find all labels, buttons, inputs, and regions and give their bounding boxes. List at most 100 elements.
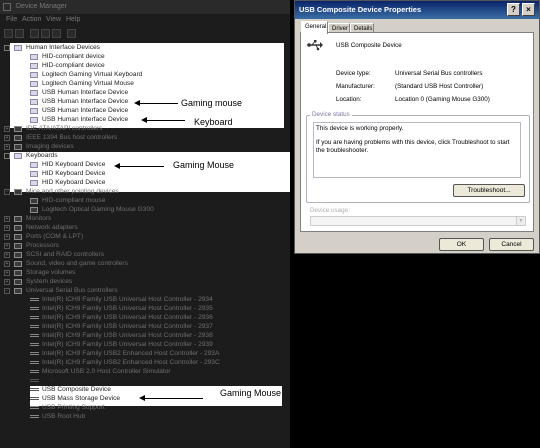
category-icon — [14, 143, 22, 150]
menu-bar: File Action View Help — [0, 14, 290, 26]
usb-icon — [30, 307, 39, 310]
tree-device[interactable]: HID-compliant device — [42, 52, 105, 61]
annotation-arrowhead — [139, 395, 145, 401]
collapse-icon[interactable]: - — [4, 188, 10, 195]
screenshot-root: Device Manager File Action View Help - Hu… — [0, 0, 540, 448]
device-icon — [30, 71, 38, 78]
close-button[interactable]: × — [522, 3, 535, 16]
tree-device[interactable]: Intel(R) ICH9 Family USB2 Enhanced Host … — [42, 349, 219, 358]
collapse-icon[interactable]: - — [4, 44, 10, 51]
tree-category[interactable]: IDE ATA/ATAPI controllers — [26, 124, 102, 133]
tree-category[interactable]: Universal Serial Bus controllers — [26, 286, 118, 295]
tree-device[interactable]: USB Root Hub — [42, 412, 85, 421]
tree-device[interactable]: Intel(R) ICH9 Family USB Universal Host … — [42, 322, 213, 331]
tree-category[interactable]: IEEE 1394 Bus host controllers — [26, 133, 117, 142]
expand-icon[interactable]: + — [4, 251, 10, 258]
tree-category[interactable]: Imaging devices — [26, 142, 74, 151]
category-icon — [14, 44, 22, 51]
tree-device[interactable]: Intel(R) ICH9 Family USB2 Enhanced Host … — [42, 358, 220, 367]
device-icon — [30, 107, 38, 114]
tree-device[interactable]: USB Composite Device — [42, 376, 111, 385]
usb-icon — [30, 352, 39, 355]
tree-device[interactable]: Intel(R) ICH9 Family USB Universal Host … — [42, 331, 213, 340]
device-type-label: Device type: — [336, 70, 371, 77]
expand-icon[interactable]: + — [4, 224, 10, 231]
status-line-2: If you are having problems with this dev… — [316, 139, 510, 146]
device-icon — [30, 170, 38, 177]
location-label: Location: — [336, 96, 362, 103]
tree-device[interactable]: USB Human Interface Device — [42, 97, 128, 106]
forward-icon[interactable] — [15, 29, 24, 38]
tree-category[interactable]: Mice and other pointing devices — [26, 187, 119, 196]
usb-icon — [30, 415, 39, 418]
properties-icon[interactable] — [30, 29, 39, 38]
tree-category[interactable]: Ports (COM & LPT) — [26, 232, 83, 241]
device-status-textbox[interactable]: This device is working properly. If you … — [313, 122, 521, 178]
device-manager-titlebar: Device Manager — [0, 0, 290, 14]
expand-icon[interactable]: + — [4, 125, 10, 132]
tree-device[interactable]: HID Keyboard Device — [42, 178, 105, 187]
expand-icon[interactable]: + — [4, 269, 10, 276]
expand-icon[interactable]: + — [4, 278, 10, 285]
tree-device[interactable]: Logitech Optical Gaming Mouse G300 — [42, 205, 154, 214]
tree-device[interactable]: USB Human Interface Device — [42, 115, 128, 124]
category-icon — [14, 152, 22, 159]
tree-category[interactable]: System devices — [26, 277, 72, 286]
tree-category[interactable]: Processors — [26, 241, 59, 250]
tree-device[interactable]: HID-compliant mouse — [42, 196, 105, 205]
tree-device[interactable]: Microsoft USB 2.0 Host Controller Simula… — [42, 367, 171, 376]
menu-view[interactable]: View — [46, 14, 61, 26]
device-name: USB Composite Device — [336, 42, 402, 49]
usb-icon — [30, 406, 39, 409]
tree-device[interactable]: USB Human Interface Device — [42, 88, 128, 97]
device-status-legend: Device status — [310, 111, 352, 119]
menu-action[interactable]: Action — [22, 14, 41, 26]
tree-device[interactable]: Intel(R) ICH9 Family USB Universal Host … — [42, 340, 213, 349]
menu-file[interactable]: File — [6, 14, 17, 26]
collapse-icon[interactable]: - — [4, 152, 10, 159]
usb-icon — [30, 325, 39, 328]
troubleshoot-button[interactable]: Troubleshoot... — [453, 184, 525, 197]
tree-device[interactable]: HID Keyboard Device — [42, 169, 105, 178]
category-icon — [14, 233, 22, 240]
tree-device[interactable]: USB Human Interface Device — [42, 106, 128, 115]
device-usage-select[interactable]: ▼ — [310, 216, 526, 226]
tree-category[interactable]: Human Interface Devices — [26, 43, 100, 52]
help-icon[interactable] — [52, 29, 61, 38]
chevron-down-icon: ▼ — [516, 217, 525, 225]
ok-button[interactable]: OK — [439, 238, 484, 251]
tree-category[interactable]: Monitors — [26, 214, 51, 223]
tree-device[interactable]: USB Mass Storage Device — [42, 394, 120, 403]
annotation-arrow-gaming-mouse-3 — [143, 398, 203, 399]
tree-device[interactable]: Intel(R) ICH9 Family USB Universal Host … — [42, 313, 213, 322]
usb-device-icon — [307, 40, 323, 51]
tab-general[interactable]: General — [301, 21, 328, 34]
tree-category[interactable]: SCSI and RAID controllers — [26, 250, 104, 259]
tree-device[interactable]: Logitech Gaming Virtual Keyboard — [42, 70, 142, 79]
collapse-icon[interactable]: - — [4, 287, 10, 294]
tree-device[interactable]: Intel(R) ICH9 Family USB Universal Host … — [42, 304, 213, 313]
tree-category[interactable]: Network adapters — [26, 223, 78, 232]
expand-icon[interactable]: + — [4, 215, 10, 222]
device-icon — [30, 62, 38, 69]
scan-hardware-icon[interactable] — [67, 29, 76, 38]
tree-device[interactable]: USB Printing Support — [42, 403, 105, 412]
tree-device[interactable]: HID-compliant device — [42, 61, 105, 70]
back-icon[interactable] — [4, 29, 13, 38]
tree-device[interactable]: USB Composite Device — [42, 385, 111, 394]
expand-icon[interactable]: + — [4, 233, 10, 240]
tree-device[interactable]: Logitech Gaming Virtual Mouse — [42, 79, 134, 88]
expand-icon[interactable]: + — [4, 260, 10, 267]
tree-category[interactable]: Sound, video and game controllers — [26, 259, 128, 268]
tree-category[interactable]: Storage volumes — [26, 268, 75, 277]
tree-category[interactable]: Keyboards — [26, 151, 58, 160]
tree-device[interactable]: HID Keyboard Device — [42, 160, 105, 169]
expand-icon[interactable]: + — [4, 242, 10, 249]
menu-help[interactable]: Help — [66, 14, 80, 26]
tree-device[interactable]: Intel(R) ICH9 Family USB Universal Host … — [42, 295, 213, 304]
expand-icon[interactable]: + — [4, 134, 10, 141]
expand-icon[interactable]: + — [4, 143, 10, 150]
cancel-button[interactable]: Cancel — [489, 238, 534, 251]
print-icon[interactable] — [41, 29, 50, 38]
help-button[interactable]: ? — [507, 3, 520, 16]
